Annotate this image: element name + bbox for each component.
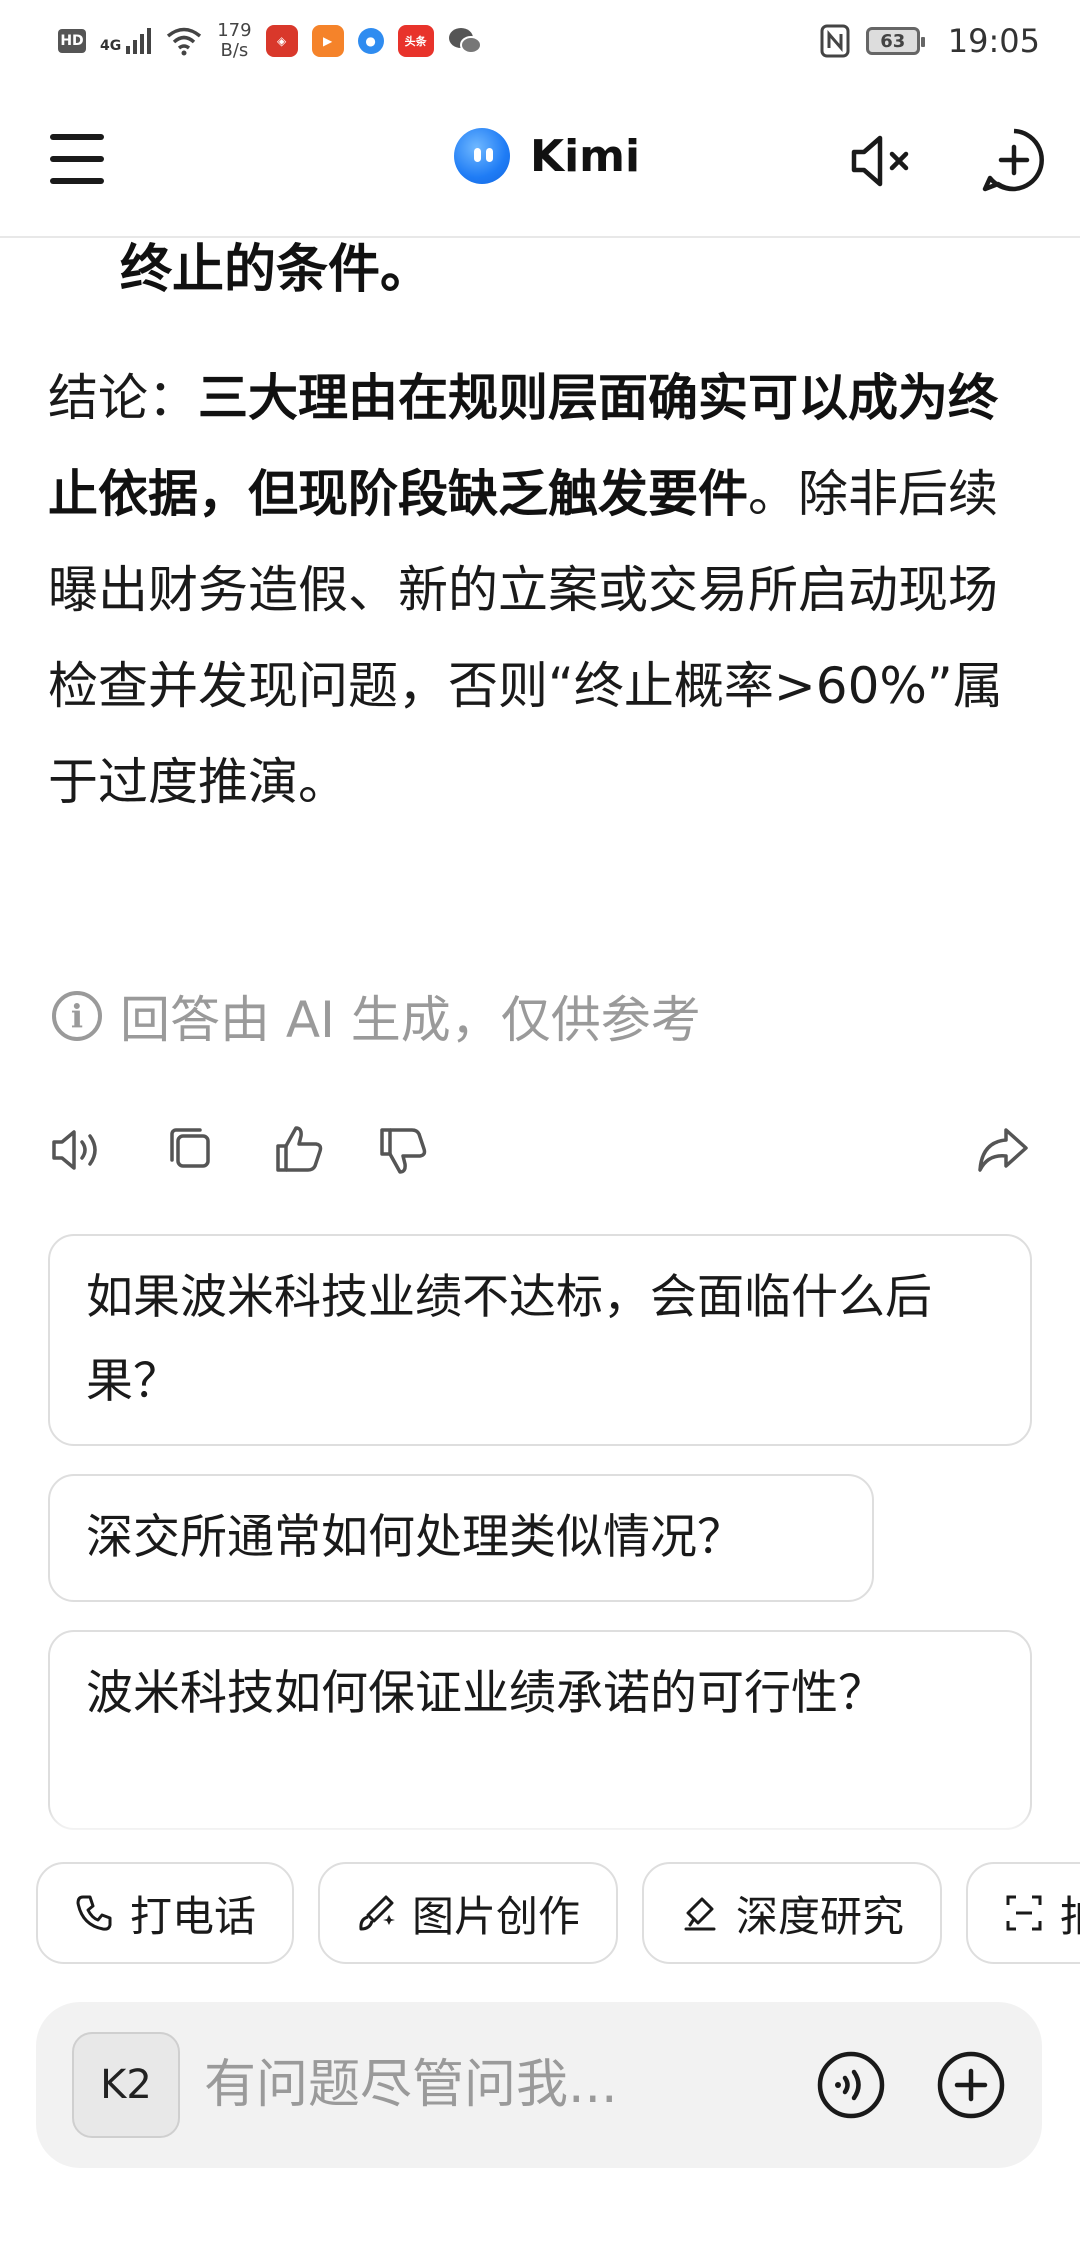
- share-icon: [978, 1128, 1028, 1172]
- message-actions: [48, 1120, 1038, 1190]
- status-left: HD 4G 179 B/s ◈ ▶ ● 头条: [58, 21, 482, 61]
- disclaimer-text: 回答由 AI 生成，仅供参考: [120, 991, 701, 1049]
- deep-research-chip-label: 深度研究: [736, 1891, 905, 1941]
- menu-button[interactable]: [50, 134, 106, 184]
- dislike-button[interactable]: [374, 1120, 434, 1180]
- bank-app-icon: ◈: [265, 25, 298, 57]
- speaker-icon: [52, 1130, 97, 1170]
- status-right: 63 19:05: [820, 22, 1040, 60]
- voice-wave-icon: [817, 2051, 885, 2119]
- image-create-chip[interactable]: 图片创作: [318, 1862, 618, 1964]
- network-speed: 179 B/s: [217, 21, 251, 61]
- menu-icon: [50, 134, 104, 140]
- status-bar: HD 4G 179 B/s ◈ ▶ ● 头条 63 19:05: [0, 0, 1080, 82]
- suggestion-3[interactable]: 波米科技如何保证业绩承诺的可行性？: [48, 1630, 1032, 1830]
- message-input[interactable]: [204, 2042, 824, 2128]
- speed-value: 179: [217, 20, 252, 41]
- clock: 19:05: [947, 22, 1040, 60]
- network-indicator: 4G: [100, 28, 152, 54]
- mute-button[interactable]: [848, 128, 914, 194]
- message-conclusion: 结论：三大理由在规则层面确实可以成为终止依据，但现阶段缺乏触发要件。除非后续曝出…: [48, 350, 1008, 830]
- toutiao-app-icon: 头条: [397, 25, 434, 57]
- deep-research-chip[interactable]: 深度研究: [642, 1862, 942, 1964]
- copy-button[interactable]: [160, 1120, 220, 1180]
- like-button[interactable]: [270, 1120, 330, 1180]
- network-type: 4G: [100, 38, 122, 54]
- nfc-icon: [820, 24, 850, 58]
- speaker-muted-icon: [851, 135, 909, 187]
- call-chip-label: 打电话: [130, 1891, 257, 1941]
- research-icon: [684, 1897, 716, 1931]
- scan-icon: [1006, 1895, 1042, 1931]
- scan-chip[interactable]: 拍: [966, 1862, 1080, 1964]
- call-chip[interactable]: 打电话: [36, 1862, 294, 1964]
- quick-actions: 打电话 图片创作 深度研究 拍: [36, 1862, 1080, 1964]
- brush-icon: [359, 1895, 395, 1931]
- top-nav: Kimi: [0, 82, 1080, 238]
- thumbs-down-icon: [380, 1128, 427, 1174]
- message-partial-line: 终止的条件。: [120, 240, 433, 300]
- signal-icon: [126, 28, 152, 54]
- wifi-icon: [167, 27, 202, 56]
- thumbs-up-icon: [276, 1126, 323, 1172]
- new-chat-icon: [982, 128, 1044, 192]
- speed-unit: B/s: [220, 40, 249, 61]
- new-chat-button[interactable]: [980, 126, 1048, 194]
- conclusion-prefix: 结论：: [48, 369, 198, 427]
- battery-indicator: 63: [865, 27, 925, 55]
- voice-input-button[interactable]: [816, 2050, 886, 2120]
- plus-circle-icon: [937, 2051, 1005, 2119]
- video-app-icon: ▶: [311, 25, 344, 57]
- kimi-logo-icon: [454, 128, 510, 184]
- app-title-text: Kimi: [530, 130, 641, 182]
- image-create-chip-label: 图片创作: [412, 1891, 581, 1941]
- share-button[interactable]: [972, 1120, 1032, 1180]
- wechat-app-icon: [448, 28, 482, 54]
- model-selector-button[interactable]: K2: [72, 2032, 180, 2138]
- app-title: Kimi: [454, 128, 640, 184]
- ai-disclaimer: i 回答由 AI 生成，仅供参考: [52, 980, 701, 1052]
- phone-icon: [76, 1895, 112, 1931]
- info-icon: i: [52, 991, 102, 1041]
- scan-chip-label: 拍: [1060, 1883, 1080, 1944]
- copy-icon: [170, 1128, 210, 1168]
- message-composer: K2: [36, 2002, 1042, 2168]
- hd-indicator: HD: [58, 29, 86, 53]
- scroll-fade: [0, 1810, 1080, 1840]
- suggestion-1[interactable]: 如果波米科技业绩不达标，会面临什么后果？: [48, 1234, 1032, 1446]
- suggestion-2[interactable]: 深交所通常如何处理类似情况？: [48, 1474, 874, 1602]
- read-aloud-button[interactable]: [48, 1120, 108, 1180]
- browser-app-icon: ●: [357, 28, 384, 54]
- add-attachment-button[interactable]: [936, 2050, 1006, 2120]
